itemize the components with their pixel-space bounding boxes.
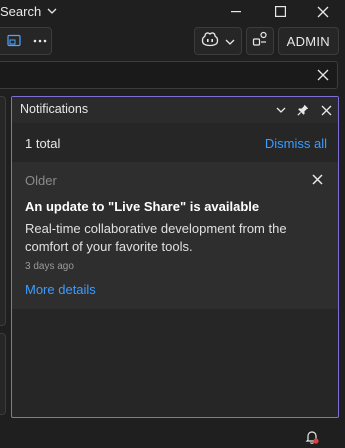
account-label: ADMIN [286,33,330,49]
notification-bell-icon[interactable] [303,428,321,446]
search-bar[interactable] [0,61,338,89]
notifications-title: Notifications [20,102,89,116]
maximize-button[interactable] [258,0,302,23]
background-panel [0,333,6,415]
more-options-icon[interactable] [29,30,51,52]
dismiss-notification-button[interactable] [308,170,326,188]
toolbar-left-group [0,27,52,55]
close-icon[interactable] [314,66,332,84]
live-share-button[interactable] [245,27,274,55]
copilot-icon [201,31,219,52]
toolbar: ADMIN [0,27,345,57]
more-details-link[interactable]: More details [25,282,96,297]
close-window-button[interactable] [301,0,345,23]
notification-timestamp: 3 days ago [25,261,74,272]
chevron-down-icon [225,32,235,50]
account-button[interactable]: ADMIN [277,27,339,55]
chevron-down-icon[interactable] [272,101,290,119]
notification-group-label: Older [25,173,57,188]
title-bar: Search [0,0,345,23]
notification-body: Real-time collaborative development from… [25,221,287,254]
window-layout-icon[interactable] [3,30,25,52]
search-menu-label: Search [0,3,42,19]
toolbar-right-group: ADMIN [193,27,339,55]
app-window: Search ADMIN Notifications 1 total Dismi… [0,0,345,448]
pin-icon[interactable] [294,101,312,119]
status-bar [0,426,345,448]
notifications-panel: Notifications 1 total Dismiss all Older [11,96,339,418]
copilot-button[interactable] [193,27,242,55]
chevron-down-icon [47,8,57,14]
notifications-summary: 1 total Dismiss all [12,124,338,158]
notification-item: Older An update to "Live Share" is avail… [12,162,338,309]
notifications-count: 1 total [25,136,61,151]
notification-title: An update to "Live Share" is available [25,199,260,214]
notifications-header: Notifications [12,97,338,123]
live-share-icon [252,31,268,52]
close-icon[interactable] [317,101,335,119]
dismiss-all-link[interactable]: Dismiss all [265,136,327,151]
background-panel [0,96,6,326]
minimize-button[interactable] [214,0,258,23]
search-menu[interactable]: Search [0,2,57,20]
